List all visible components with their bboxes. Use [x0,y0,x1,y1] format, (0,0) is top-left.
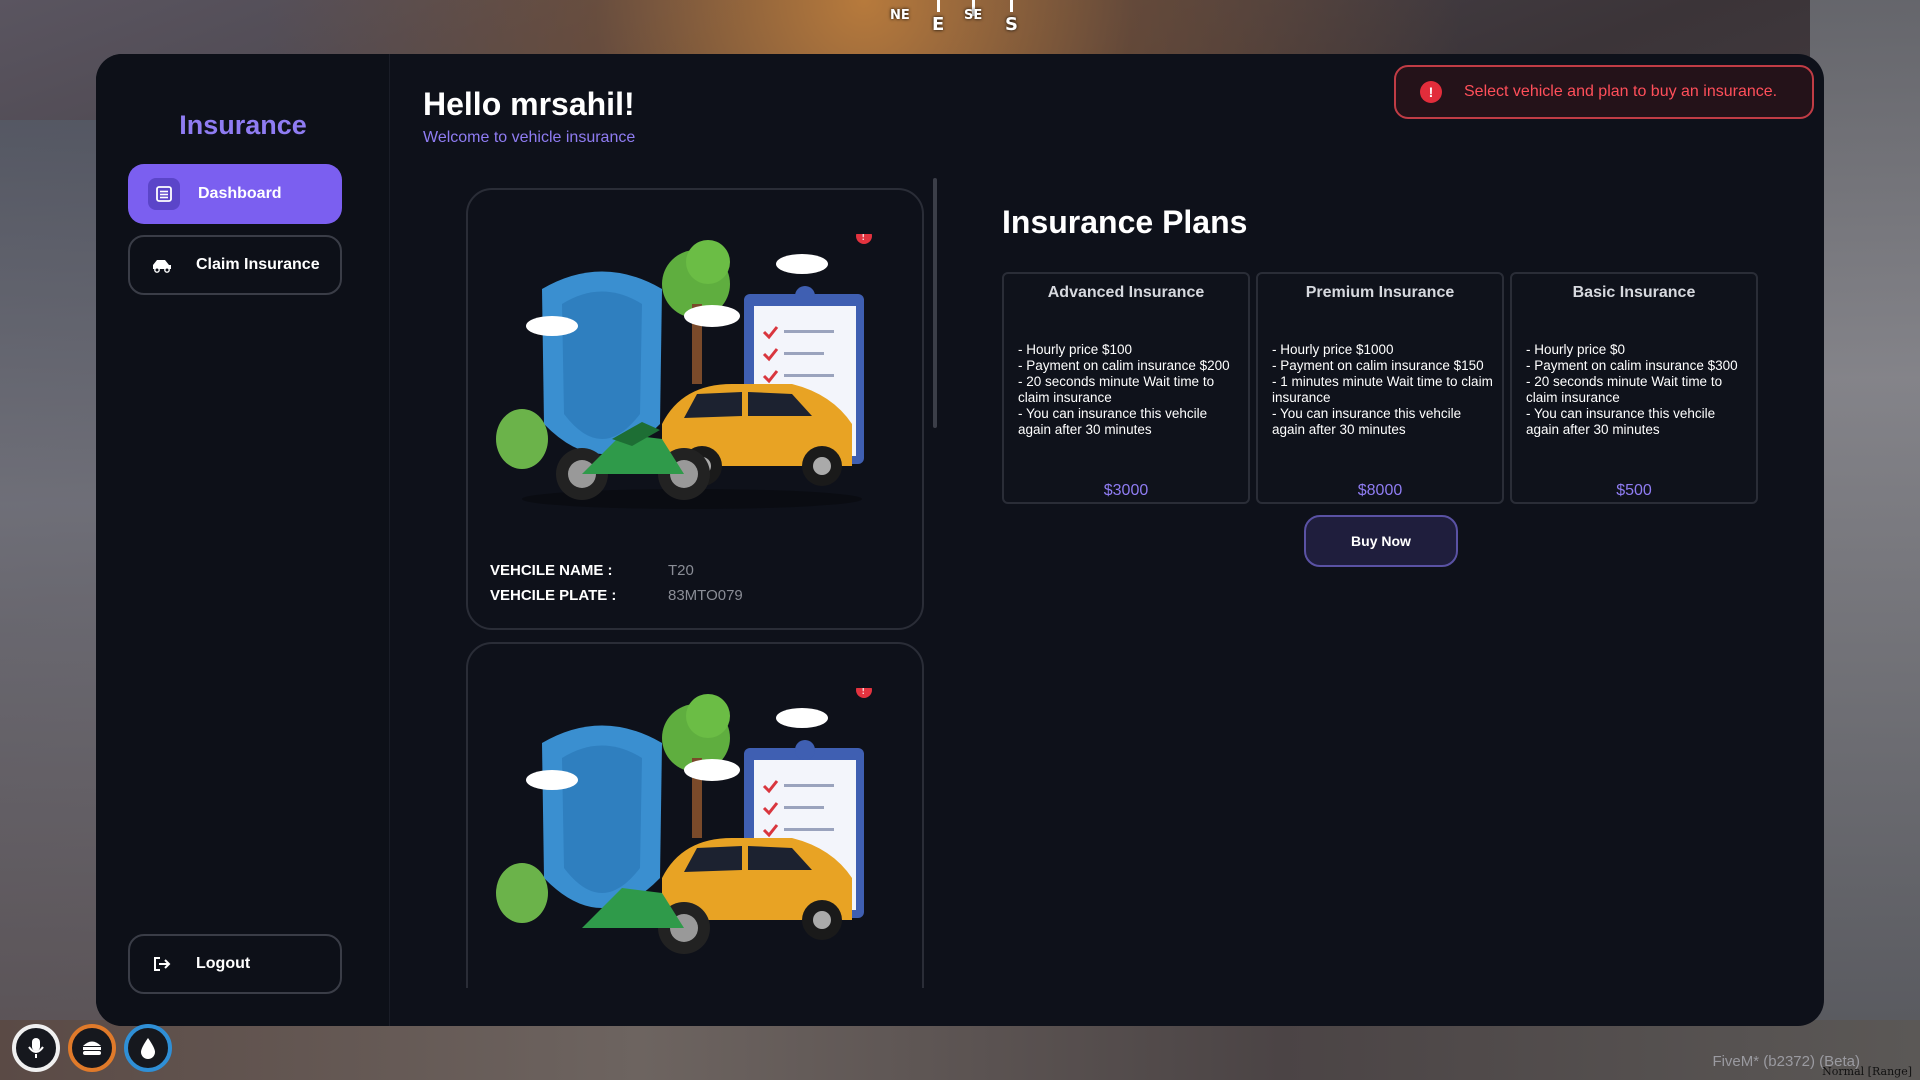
insurance-illustration: ! [496,234,872,509]
plan-description: - Hourly price $0 - Payment on calim ins… [1526,342,1750,438]
compass-tick [1010,0,1013,12]
vehicle-list: ! VEHCILE NAME: T20 VEHCILE PLATE: 83M… [466,188,936,988]
insurance-panel: Insurance Dashboard Claim Insurance Logo… [96,54,1824,1026]
plan-line: - 20 seconds minute Wait time to claim i… [1526,374,1723,405]
plan-line: - 20 seconds minute Wait time to claim i… [1018,374,1215,405]
plan-card-premium[interactable]: Premium Insurance - Hourly price $1000 -… [1256,272,1504,504]
vehicle-name-row: VEHCILE NAME : T20 [490,562,743,579]
plan-description: - Hourly price $1000 - Payment on calim … [1272,342,1496,438]
compass-ne: NE [890,8,910,23]
sidebar-item-claim-insurance[interactable]: Claim Insurance [128,235,342,295]
plan-line: - Hourly price $100 [1018,342,1133,357]
vehicle-plate-label: VEHCILE PLATE : [490,587,617,604]
vehicle-plate-value: 83MTO079 [668,587,743,604]
plan-line: - You can insurance this vehcile again a… [1018,406,1208,437]
compass-e: E [932,14,945,35]
alert-banner: ! Select vehicle and plan to buy an insu… [1394,65,1814,119]
car-hand-icon [146,249,178,281]
exclamation-icon: ! [1420,81,1442,103]
plan-line: - 1 minutes minute Wait time to claim in… [1272,374,1493,405]
plans-title: Insurance Plans [1002,204,1248,240]
vehicle-name-label: VEHCILE NAME : [490,562,613,579]
microphone-icon [12,1024,60,1072]
plan-line: - Payment on calim insurance $150 [1272,358,1484,373]
plan-name: Basic Insurance [1572,284,1696,301]
plan-card-basic[interactable]: Basic Insurance - Hourly price $0 - Paym… [1510,272,1758,504]
background-building [1810,0,1920,1080]
logout-label: Logout [196,955,251,972]
plan-line: - Hourly price $0 [1526,342,1626,357]
compass: NE E SE S [880,0,1040,40]
plan-line: - Payment on calim insurance $300 [1526,358,1738,373]
list-icon [148,178,180,210]
insurance-illustration: ! [496,688,872,954]
plan-price: $500 [1616,482,1652,499]
plan-description: - Hourly price $100 - Payment on calim i… [1018,342,1242,438]
water-drop-icon [124,1024,172,1072]
svg-text:!: ! [861,234,865,243]
vehicle-name-value: T20 [668,562,694,579]
plan-line: - You can insurance this vehcile again a… [1272,406,1462,437]
alert-text: Select vehicle and plan to buy an insura… [1464,83,1778,100]
svg-text:!: ! [861,688,865,697]
sidebar-item-label: Dashboard [198,185,282,202]
plan-price: $8000 [1357,482,1403,499]
compass-tick [937,0,940,12]
vehicle-card[interactable]: ! [466,642,924,988]
sidebar-item-label: Claim Insurance [196,256,320,273]
app-title: Insurance [179,110,307,140]
page-subtitle: Welcome to vehicle insurance [423,129,636,146]
page-title: Hello mrsahil! [423,86,635,122]
plan-name: Advanced Insurance [1047,284,1205,301]
sidebar-item-dashboard[interactable]: Dashboard [128,164,342,224]
vehicle-info: VEHCILE NAME : T20 VEHCILE PLATE : 83MTO… [490,562,743,612]
vehicle-plate-row: VEHCILE PLATE : 83MTO079 [490,587,743,604]
plan-line: - Hourly price $1000 [1272,342,1394,357]
plan-price: $3000 [1103,482,1149,499]
compass-se: SE [964,8,983,23]
background-ground [0,1020,1920,1080]
sidebar: Insurance Dashboard Claim Insurance Logo… [96,54,390,1026]
plan-card-advanced[interactable]: Advanced Insurance - Hourly price $100 -… [1002,272,1250,504]
plan-line: - Payment on calim insurance $200 [1018,358,1230,373]
logout-icon [146,948,178,980]
vehicle-card[interactable]: ! [466,188,924,630]
burger-icon [68,1024,116,1072]
logout-button[interactable]: Logout [128,934,342,994]
buy-now-button[interactable]: Buy Now [1304,515,1458,567]
plans-row: Advanced Insurance - Hourly price $100 -… [1002,272,1758,504]
page-header: Hello mrsahil! Welcome to vehicle insura… [423,86,635,147]
compass-s: S [1005,14,1018,35]
plan-line: - You can insurance this vehcile again a… [1526,406,1716,437]
plan-name: Premium Insurance [1305,284,1455,301]
voice-mode: Normal [Range] [1822,1065,1912,1078]
hud-status [12,1024,172,1072]
background-street [0,120,110,1080]
